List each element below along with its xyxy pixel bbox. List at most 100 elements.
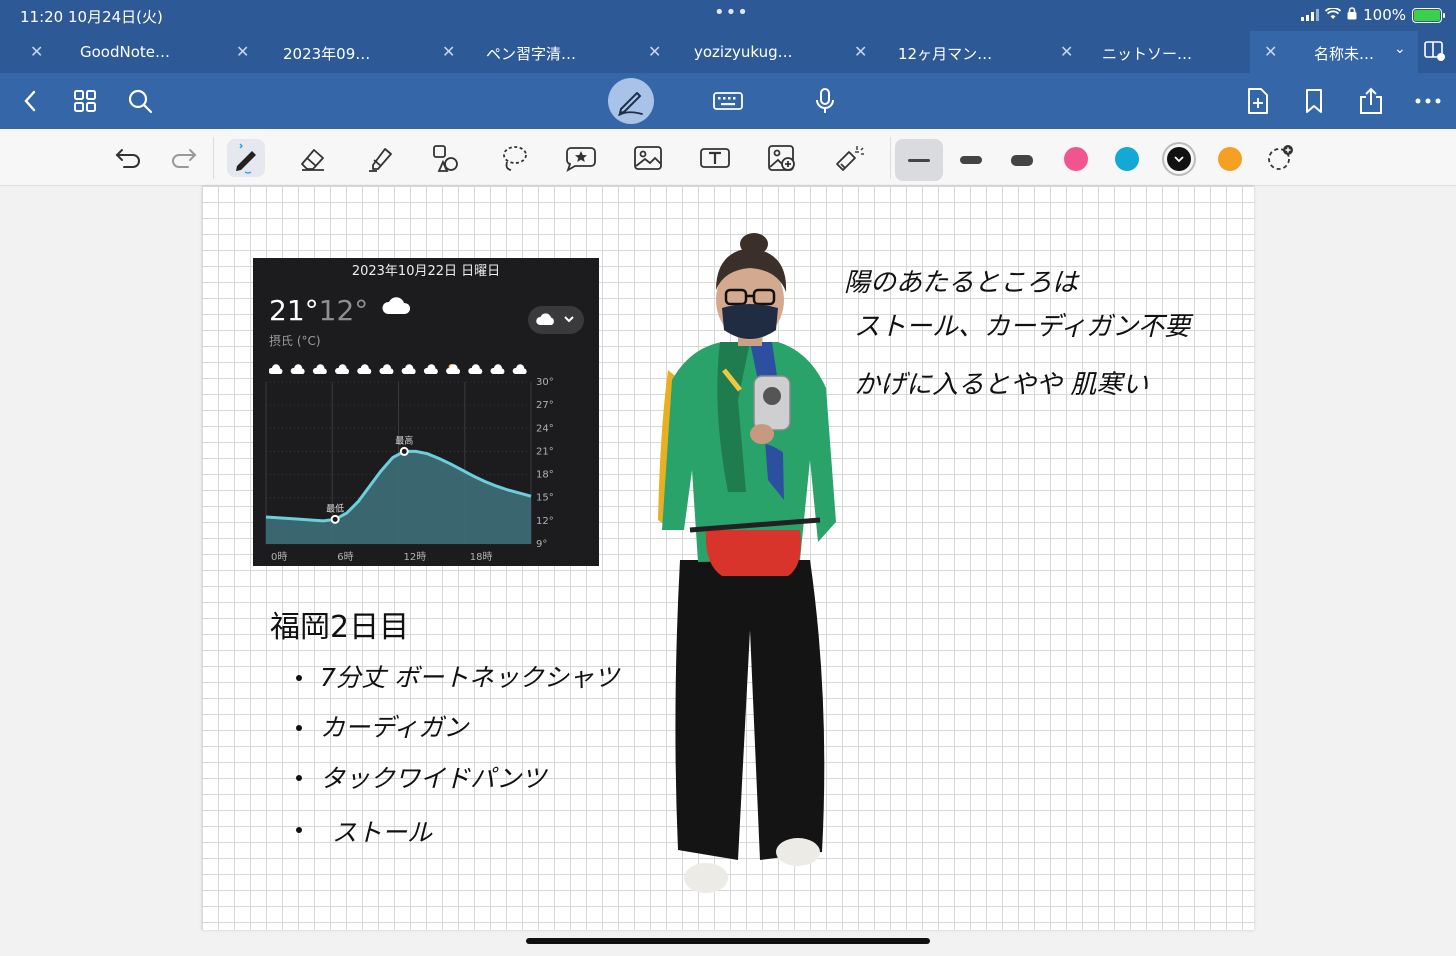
handwritten-note-line: ストール、カーディガン不要 (854, 312, 1191, 342)
tab-label: 2023年09… (283, 45, 371, 63)
bookmark-icon[interactable] (1292, 79, 1336, 123)
handwritten-list-item: タックワイドパンツ (320, 764, 547, 793)
keyboard-icon[interactable] (706, 79, 750, 123)
tab-close-icon[interactable]: ✕ (236, 42, 249, 61)
max-marker (399, 446, 409, 456)
stroke-thick-option[interactable] (998, 139, 1046, 181)
tab-goodnotes[interactable]: ✕ GoodNote… (0, 31, 208, 73)
highlighter-tool-icon[interactable] (361, 139, 399, 177)
pen-tool-icon[interactable] (227, 139, 265, 177)
tab-close-icon[interactable]: ✕ (1060, 42, 1073, 61)
min-marker (330, 514, 340, 524)
y-tick-label: 21° (536, 446, 554, 457)
handwritten-list-item: ストール (332, 818, 433, 847)
tab-knit[interactable]: ✕ ニットソー… (1030, 31, 1250, 73)
y-tick-label: 15° (536, 493, 554, 504)
bullet-dot (296, 675, 302, 681)
x-tick-label: 6時 (337, 551, 353, 563)
handwritten-list-item: 7分丈 ボートネックシャツ (320, 663, 619, 692)
redo-icon[interactable] (165, 139, 203, 177)
tab-untitled-active[interactable]: ✕ 名称未… ⌄ (1250, 31, 1418, 73)
battery-icon (1412, 7, 1445, 23)
image-tool-icon[interactable] (629, 139, 667, 177)
shape-tool-icon[interactable] (428, 139, 466, 177)
tab-close-icon[interactable]: ✕ (854, 42, 867, 61)
tab-label: 名称未… (1314, 45, 1375, 63)
wifi-icon (1324, 6, 1342, 24)
y-tick-label: 30° (536, 377, 554, 388)
notebook-page[interactable]: 2023年10月22日 日曜日 21°12° 摂氏 (°C) 最低 最高 30° 27… (202, 186, 1254, 930)
lasso-tool-icon[interactable] (495, 139, 533, 177)
temperature-chart: 最低 最高 30° 27° 24° 21° 18° 15° 12° 9° 0時 6時 12時 18時 (265, 377, 554, 563)
color-swatch-cyan[interactable] (1115, 147, 1139, 171)
handwritten-note-line: 陽のあたるところは (844, 268, 1079, 298)
max-label: 最高 (395, 434, 413, 446)
back-icon[interactable] (8, 79, 52, 123)
cellular-signal-icon (1301, 9, 1320, 21)
laser-pointer-icon[interactable] (830, 139, 868, 177)
tab-close-icon[interactable]: ✕ (442, 42, 455, 61)
y-tick-label: 18° (536, 470, 554, 481)
color-swatch-black-selected[interactable] (1167, 147, 1191, 171)
color-swatch-orange[interactable] (1218, 147, 1242, 171)
microphone-icon[interactable] (803, 79, 847, 123)
x-tick-label: 12時 (404, 551, 427, 563)
y-tick-label: 12° (536, 516, 554, 527)
eraser-tool-icon[interactable] (294, 139, 332, 177)
x-tick-label: 0時 (271, 551, 287, 563)
temperature-area (266, 451, 531, 544)
tab-pen-practice[interactable]: ✕ ペン習字清… (412, 31, 620, 73)
bullet-dot (296, 827, 302, 833)
x-tick-label: 18時 (470, 551, 493, 563)
drawing-toolbar (0, 129, 1456, 186)
y-tick-label: 9° (536, 539, 547, 550)
tab-close-icon[interactable]: ✕ (1264, 42, 1277, 61)
tab-close-icon[interactable]: ✕ (648, 42, 661, 61)
bullet-dot (296, 775, 302, 781)
tab-close-icon[interactable]: ✕ (30, 42, 43, 61)
more-options-icon[interactable] (1406, 79, 1450, 123)
multitasking-dots-icon[interactable]: ••• (714, 2, 749, 23)
weather-temps: 21°12° (269, 294, 411, 327)
tab-label: 12ヶ月マン… (898, 45, 993, 63)
color-swatch-pink[interactable] (1064, 147, 1088, 171)
cloud-icon (381, 290, 411, 323)
weather-view-dropdown (528, 306, 584, 334)
outfit-photo (650, 230, 850, 902)
tab-label: ペン習字清… (486, 45, 577, 63)
grid-view-icon[interactable] (63, 79, 107, 123)
home-indicator[interactable] (526, 938, 930, 944)
add-page-icon[interactable] (1236, 79, 1280, 123)
tab-2023-09[interactable]: ✕ 2023年09… (206, 31, 414, 73)
y-tick-label: 27° (536, 400, 554, 411)
weather-date: 2023年10月22日 日曜日 (351, 264, 501, 279)
undo-icon[interactable] (109, 139, 147, 177)
stroke-medium-option[interactable] (947, 139, 995, 181)
share-icon[interactable] (1349, 79, 1393, 123)
tab-label: yozizyukug… (694, 43, 793, 61)
handwritten-note-line: かげに入るとやや 肌寒い (854, 370, 1149, 400)
top-bar: 11:20 10月24日(火) ••• 100% ✕ GoodNote… ✕ 2… (0, 0, 1456, 73)
weather-widget-image: 2023年10月22日 日曜日 21°12° 摂氏 (°C) 最低 最高 30° 27… (253, 258, 599, 566)
chevron-down-icon[interactable]: ⌄ (1394, 41, 1406, 57)
elements-tool-icon[interactable] (562, 139, 600, 177)
stroke-thin-option[interactable] (895, 139, 943, 181)
handwritten-list-item: カーディガン (320, 713, 469, 742)
split-view-icon[interactable] (1424, 41, 1446, 65)
add-color-icon[interactable] (1261, 139, 1299, 177)
tab-12-months[interactable]: ✕ 12ヶ月マン… (824, 31, 1032, 73)
status-indicators: 100% (1301, 6, 1445, 24)
camera-insert-icon[interactable] (763, 139, 801, 177)
weather-low: 12° (318, 294, 369, 327)
app-toolbar (0, 73, 1456, 129)
min-label: 最低 (326, 502, 344, 514)
divider (213, 137, 214, 179)
pen-mode-button[interactable] (608, 78, 654, 124)
search-icon[interactable] (118, 79, 162, 123)
tab-yozizyukug[interactable]: ✕ yozizyukug… (618, 31, 826, 73)
weather-unit: 摂氏 (°C) (269, 334, 321, 348)
battery-percent: 100% (1363, 6, 1406, 24)
divider (890, 137, 891, 179)
y-tick-label: 24° (536, 423, 554, 434)
text-tool-icon[interactable] (696, 139, 734, 177)
